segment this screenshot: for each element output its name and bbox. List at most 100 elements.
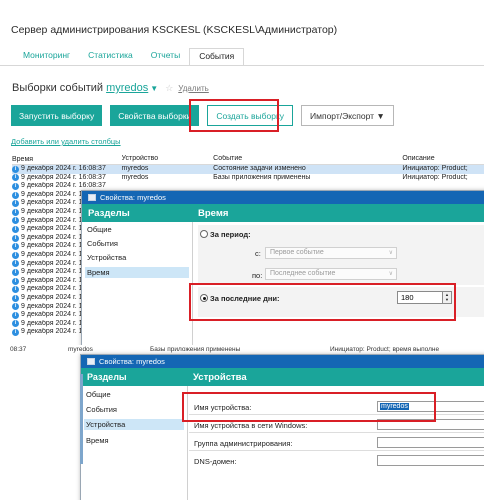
background-row-strip (80, 374, 83, 464)
info-icon: i (12, 311, 19, 319)
import-export-button[interactable]: Импорт/Экспорт ▼ (301, 105, 394, 126)
table-row[interactable]: i9 декабря 2024 г. 16:08:37 myredos Базы п… (12, 174, 484, 183)
from-combo-value: Первое событие (270, 249, 324, 256)
dialog-titlebar: Свойства: myredos (81, 355, 484, 368)
info-icon: i (12, 243, 19, 251)
column-device[interactable]: Устройство (122, 155, 214, 164)
column-description[interactable]: Описание (402, 155, 484, 164)
window-icon (88, 194, 96, 201)
info-icon: i (12, 303, 19, 311)
cell-event: Базы приложения применены (213, 173, 311, 181)
cell-description: Инициатор: Product; (402, 173, 468, 181)
view-title: Выборки событий myredos ▼ ☆ Удалить (12, 82, 209, 94)
info-icon: i (12, 191, 19, 199)
cut-device: myredos (68, 346, 93, 353)
to-combo-value: Последнее событие (270, 270, 336, 277)
info-icon: i (12, 200, 19, 208)
info-icon: i (12, 225, 19, 233)
cut-time: 08:37 (10, 346, 27, 353)
cell-device: myredos (121, 165, 149, 172)
section-general[interactable]: Общие (84, 389, 184, 400)
info-icon: i (12, 260, 19, 268)
sections-header: Разделы (82, 204, 192, 222)
properties-dialog-devices: Свойства: myredos Разделы Устройства Общ… (80, 354, 484, 500)
section-general[interactable]: Общие (85, 224, 189, 235)
info-icon: i (12, 277, 19, 285)
screenshot-devices-view: 08:37 myredos Базы приложения применены Ини… (0, 346, 484, 500)
admin-group-label: Группа администрирования: (194, 439, 293, 448)
highlight-create-button (189, 99, 279, 132)
app-title: Сервер администрирования KSCKESL (KSCKES… (11, 24, 338, 36)
info-icon: i (12, 329, 19, 337)
column-time[interactable]: Время (12, 155, 122, 164)
cut-table-row: 08:37 myredos Базы приложения применены Ини… (10, 346, 439, 353)
tab-monitoring[interactable]: Мониторинг (14, 48, 79, 66)
pane-header: Устройства (187, 368, 484, 386)
section-devices[interactable]: Устройства (85, 252, 189, 263)
cut-desc: Инициатор: Product; время выполне (330, 346, 440, 353)
section-devices[interactable]: Устройства (84, 419, 184, 430)
info-icon: i (12, 320, 19, 328)
from-combo[interactable]: Первое событие ∨ (265, 247, 397, 259)
period-label: За период: (210, 230, 251, 239)
dns-domain-label: DNS-домен: (194, 457, 237, 466)
info-icon: i (12, 208, 19, 216)
dialog-title: Свойства: myredos (99, 357, 165, 366)
chevron-down-icon[interactable]: ▼ (150, 84, 158, 93)
cell-time: i9 декабря 2024 г. 16:08:37 (12, 165, 122, 174)
windows-name-label: Имя устройства в сети Windows: (194, 421, 308, 430)
admin-group-field[interactable] (377, 437, 484, 448)
info-icon: i (12, 251, 19, 259)
dialog-title: Свойства: myredos (100, 193, 166, 202)
screenshot-events-view: Сервер администрирования KSCKESL (KSCKES… (0, 0, 484, 345)
dns-domain-field[interactable] (377, 455, 484, 466)
window-icon (87, 358, 95, 365)
sections-header: Разделы (81, 368, 187, 386)
from-label: с: (255, 249, 261, 258)
cell-event: Состояние задачи изменено (213, 165, 306, 172)
tab-statistics[interactable]: Статистика (79, 48, 142, 66)
cell-time-text: 9 декабря 2024 г. 16:08:37 (21, 173, 106, 181)
cell-device: myredos (121, 173, 149, 181)
info-icon: i (12, 294, 19, 302)
view-title-label: Выборки событий (12, 82, 104, 94)
to-combo[interactable]: Последнее событие ∨ (265, 268, 397, 280)
column-event[interactable]: Событие (213, 155, 402, 164)
info-icon: i (12, 217, 19, 225)
cell-time: i9 декабря 2024 г. 16:08:37 (12, 174, 122, 183)
add-remove-columns-link[interactable]: Добавить или удалить столбцы (11, 137, 121, 146)
star-icon[interactable]: ☆ (165, 83, 173, 93)
section-events[interactable]: События (85, 238, 189, 249)
divider (189, 432, 484, 433)
info-icon: i (12, 234, 19, 242)
section-events[interactable]: События (84, 404, 184, 415)
info-icon: i (12, 286, 19, 294)
tab-events[interactable]: События (189, 48, 245, 66)
cell-description: Инициатор: Product; (402, 165, 468, 172)
chevron-down-icon: ∨ (388, 250, 393, 256)
cut-event: Базы приложения применены (150, 346, 241, 353)
info-icon: i (12, 182, 19, 190)
main-tabs: Мониторинг Статистика Отчеты События (14, 48, 245, 66)
info-icon: i (12, 165, 19, 173)
info-icon: i (12, 174, 19, 182)
cell-time-text: 9 декабря 2024 г. 16:08:37 (21, 165, 106, 172)
tab-reports[interactable]: Отчеты (142, 48, 189, 66)
highlight-last-days (189, 283, 456, 321)
selection-dropdown[interactable]: myredos (106, 82, 148, 94)
dialog-titlebar: Свойства: myredos (82, 191, 484, 204)
period-radio[interactable] (200, 230, 208, 238)
table-row[interactable]: i9 декабря 2024 г. 16:08:37 myredos Состоя… (12, 165, 484, 174)
properties-dialog-time: Свойства: myredos Разделы Время Общие Со… (81, 190, 484, 345)
section-time[interactable]: Время (85, 267, 189, 278)
to-label: по: (252, 271, 263, 280)
selection-properties-button[interactable]: Свойства выборки (110, 105, 200, 126)
delete-link[interactable]: Удалить (178, 84, 209, 93)
divider (189, 450, 484, 451)
tabs-divider (0, 65, 484, 66)
chevron-down-icon: ∨ (388, 271, 393, 277)
table-header: Время Устройство Событие Описание (12, 155, 484, 165)
highlight-device-name (182, 392, 436, 422)
run-selection-button[interactable]: Запустить выборку (11, 105, 103, 126)
section-time[interactable]: Время (84, 435, 184, 446)
